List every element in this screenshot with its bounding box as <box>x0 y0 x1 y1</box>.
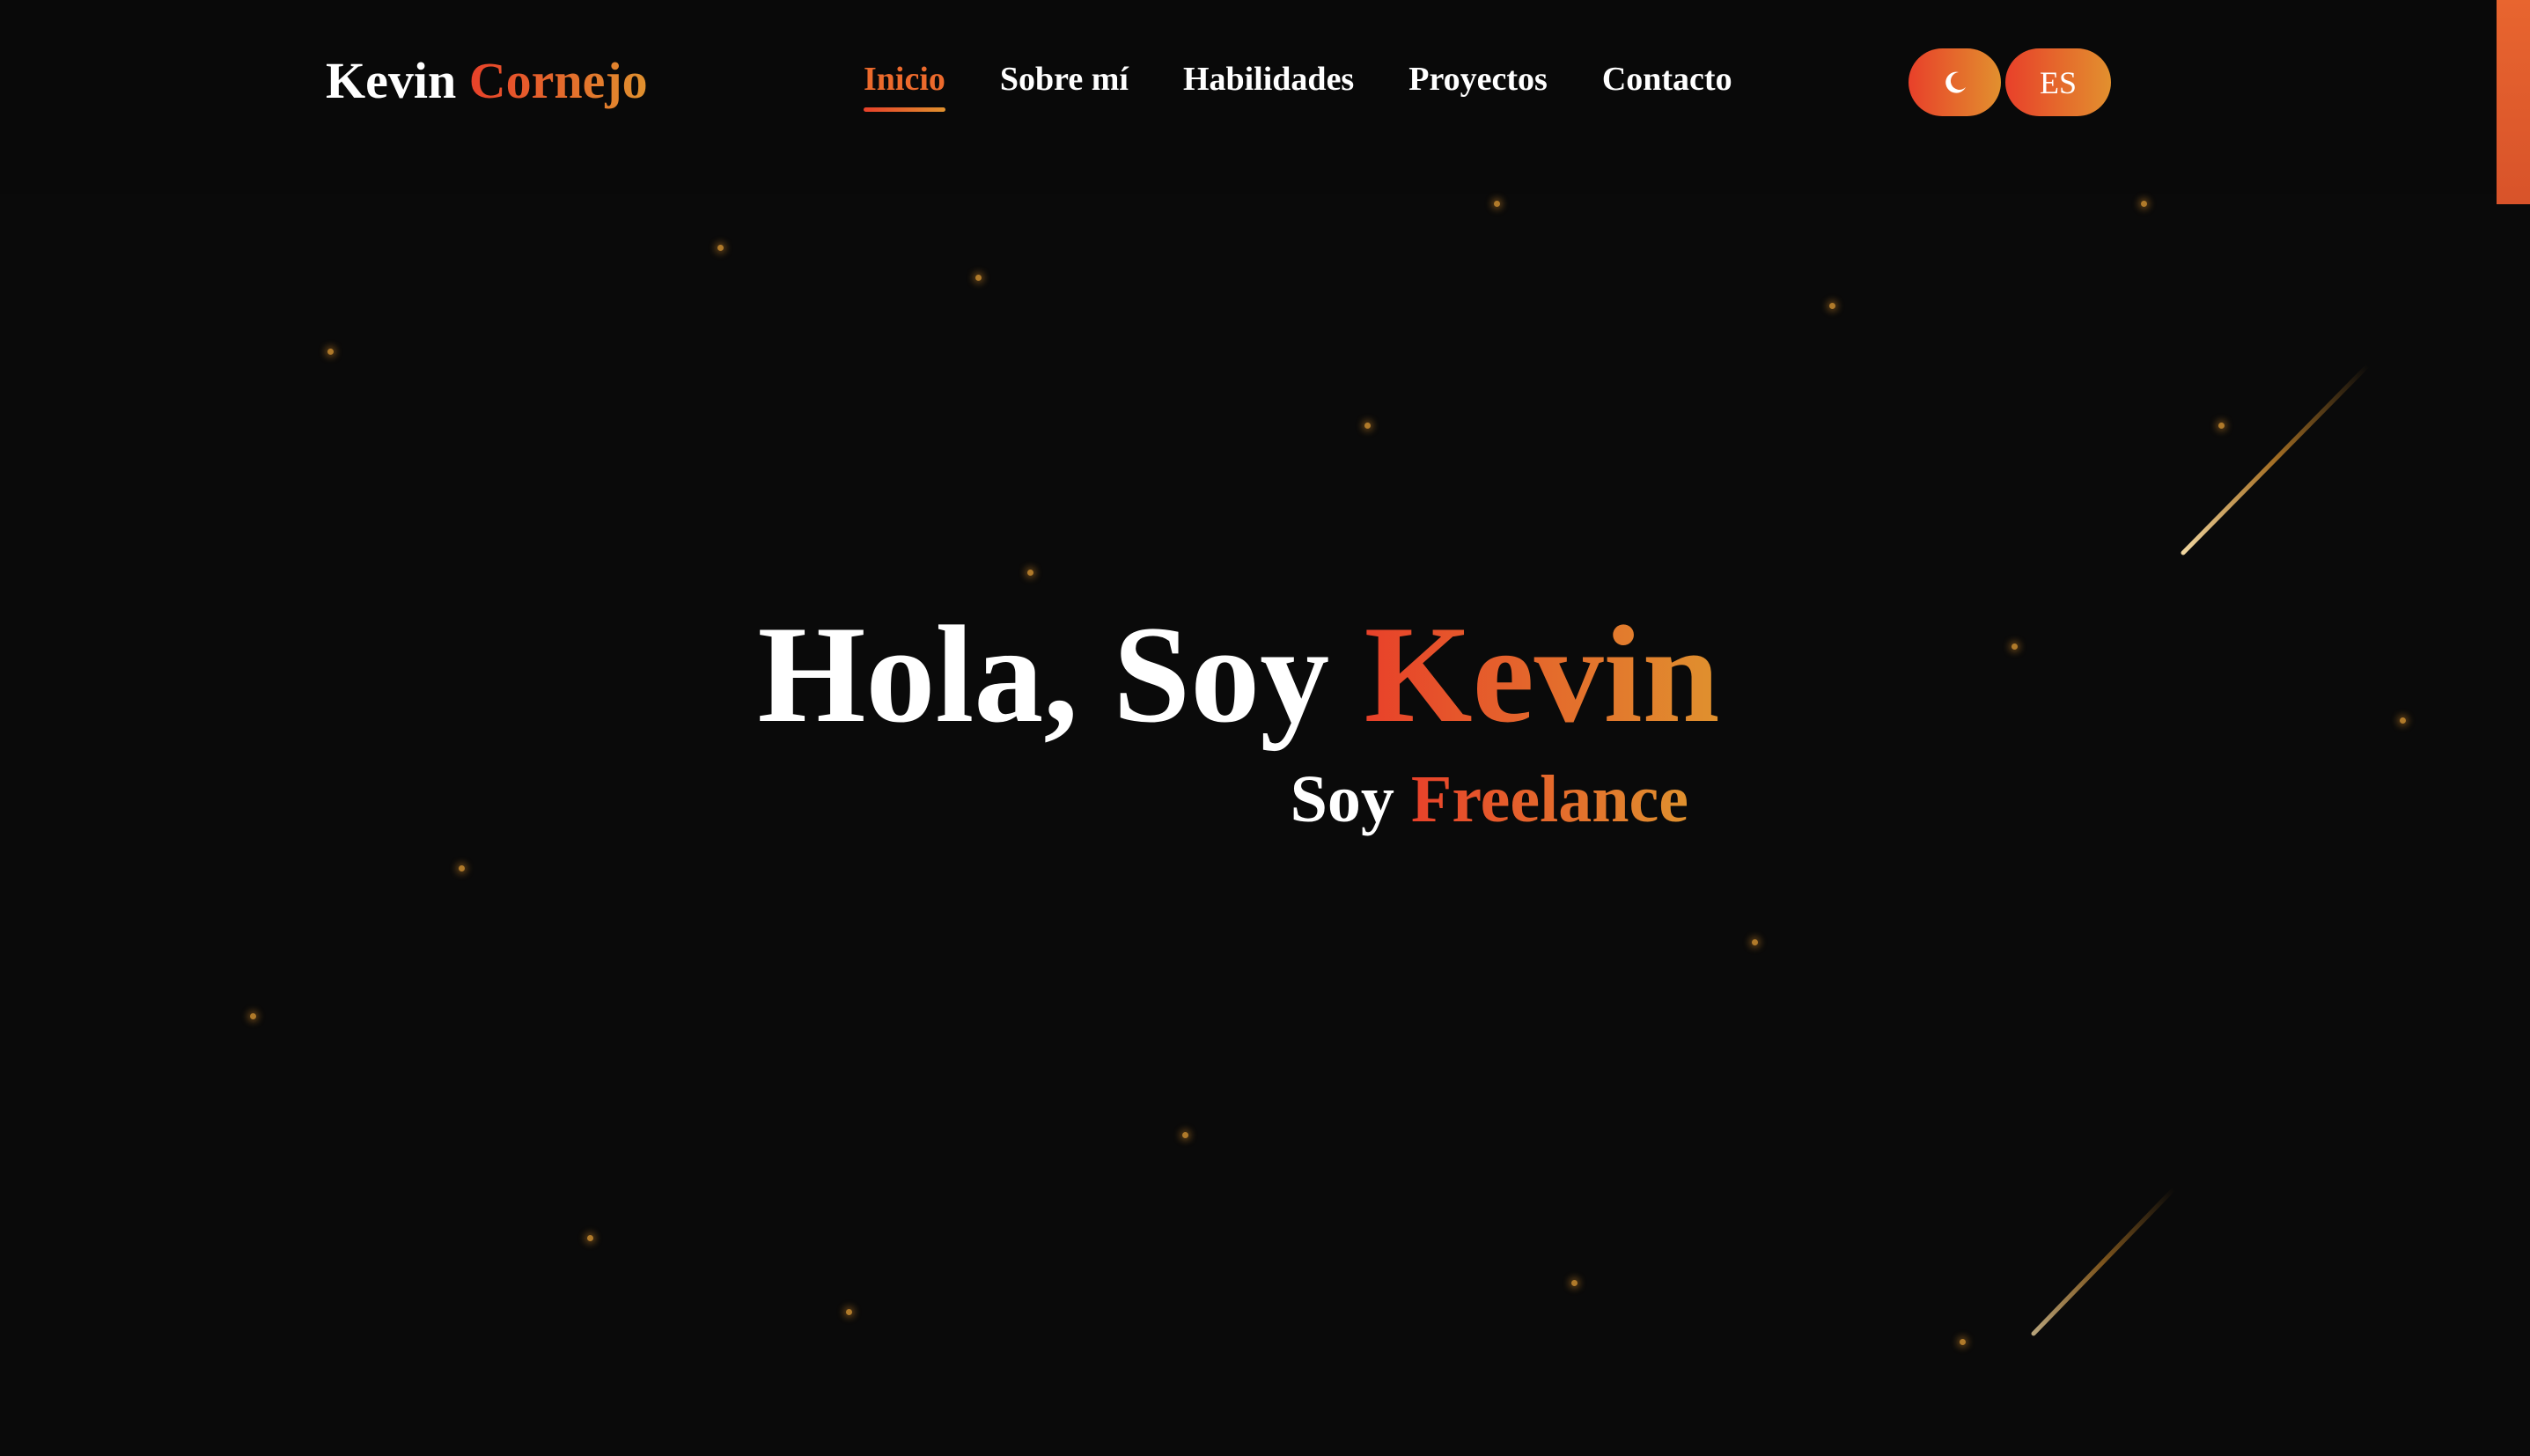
hero-subtitle-prefix: Soy <box>1290 762 1394 836</box>
hero-title: Hola, Soy Kevin <box>0 592 2530 759</box>
meteor <box>2181 363 2371 555</box>
meteor <box>2031 1186 2177 1336</box>
hero-subtitle: Soy Freelance <box>0 755 1688 843</box>
hero-greeting: Hola, Soy <box>757 598 1330 752</box>
portfolio-page: Kevin Cornejo Inicio Sobre mí Habilidade… <box>0 0 2530 1456</box>
hero-name: Kevin <box>1364 598 1720 752</box>
hero-role: Freelance <box>1410 762 1688 836</box>
